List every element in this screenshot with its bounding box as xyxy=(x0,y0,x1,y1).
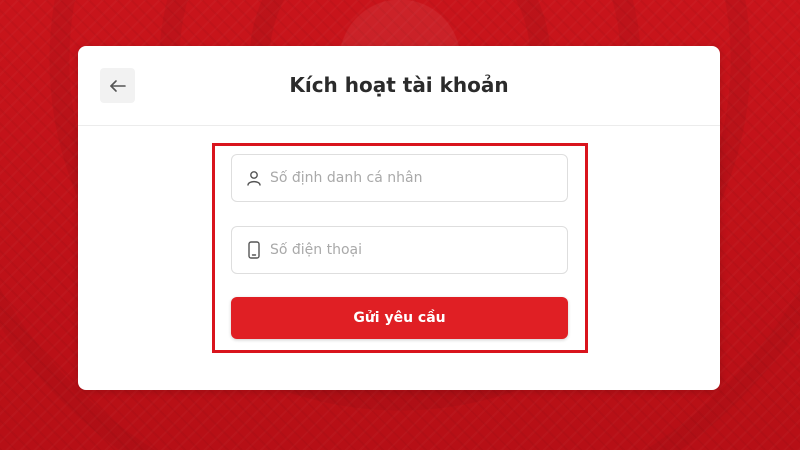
page-title: Kích hoạt tài khoản xyxy=(289,73,509,97)
card-header: Kích hoạt tài khoản xyxy=(78,46,720,126)
submit-button[interactable]: Gửi yêu cầu xyxy=(231,297,568,339)
id-number-field[interactable] xyxy=(231,154,568,202)
phone-icon xyxy=(244,240,264,260)
user-icon xyxy=(244,168,264,188)
id-number-input[interactable] xyxy=(270,170,550,186)
phone-field[interactable] xyxy=(231,226,568,274)
phone-input[interactable] xyxy=(270,242,550,258)
